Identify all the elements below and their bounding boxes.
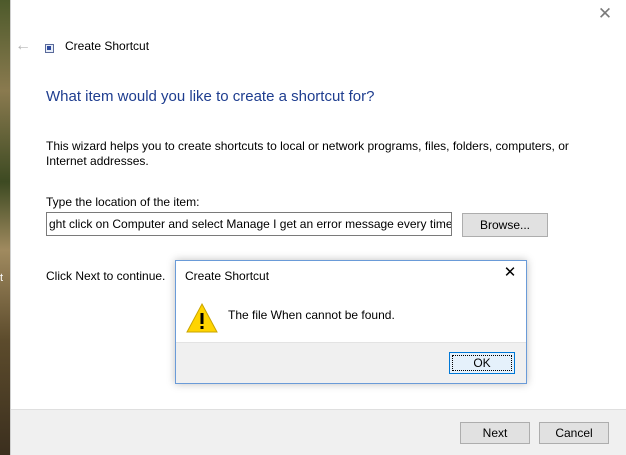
focus-ring xyxy=(452,355,512,371)
next-button[interactable]: Next xyxy=(460,422,530,444)
browse-button[interactable]: Browse... xyxy=(462,213,548,237)
create-shortcut-wizard: ✕ ← Create Shortcut What item would you … xyxy=(10,0,626,455)
wizard-description: This wizard helps you to create shortcut… xyxy=(46,139,569,168)
dialog-title: Create Shortcut xyxy=(185,269,270,283)
location-label: Type the location of the item: xyxy=(46,195,200,209)
wizard-title: Create Shortcut xyxy=(65,39,150,53)
close-icon[interactable]: ✕ xyxy=(503,265,517,280)
error-dialog: Create Shortcut ✕ The file When cannot b… xyxy=(175,260,527,384)
page-heading: What item would you like to create a sho… xyxy=(46,88,375,105)
ok-button[interactable]: OK xyxy=(449,352,515,374)
dialog-message: The file When cannot be found. xyxy=(228,308,395,322)
back-arrow-icon[interactable]: ← xyxy=(15,38,31,54)
close-icon[interactable]: ✕ xyxy=(597,5,613,22)
location-input-value: ght click on Computer and select Manage … xyxy=(49,217,452,231)
desktop-background: t xyxy=(0,0,10,455)
dialog-footer: OK xyxy=(176,342,526,383)
warning-icon xyxy=(186,302,218,333)
cancel-button[interactable]: Cancel xyxy=(539,422,609,444)
desktop-edge-glyph: t xyxy=(0,272,4,284)
location-input[interactable]: ght click on Computer and select Manage … xyxy=(46,212,452,236)
continue-instruction: Click Next to continue. xyxy=(46,269,166,283)
shortcut-icon xyxy=(45,44,54,53)
wizard-footer: Next Cancel xyxy=(11,409,626,455)
